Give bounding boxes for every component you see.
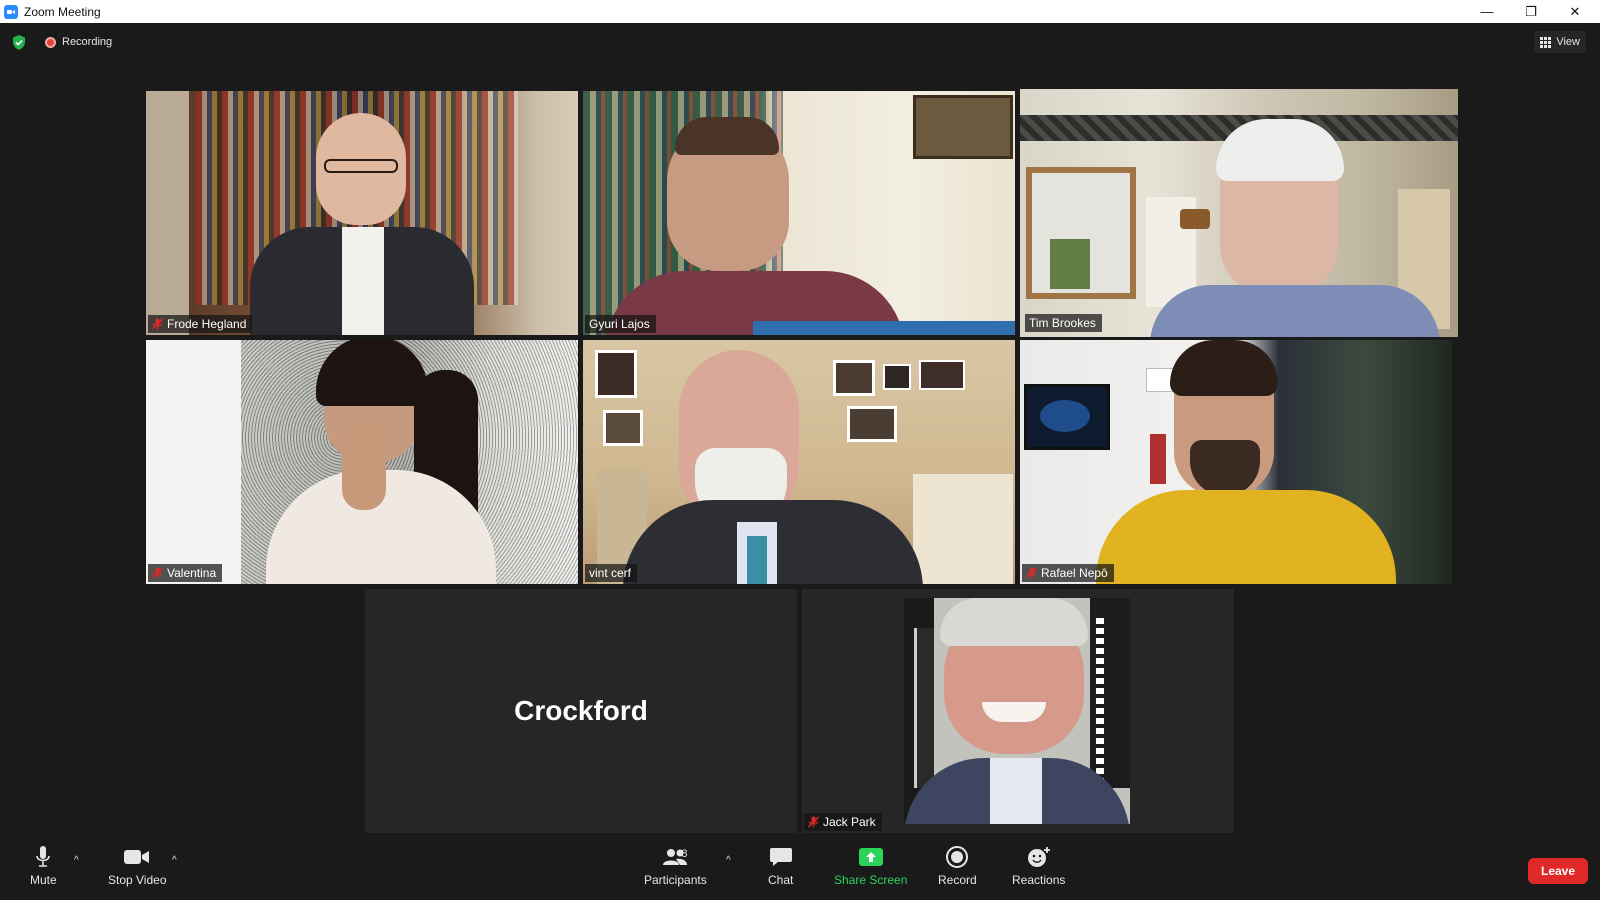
restore-button[interactable]: ❐ [1508, 0, 1554, 23]
participants-label: Participants [644, 873, 707, 887]
video-tile[interactable]: vint cerf [583, 340, 1015, 584]
meeting-toolbar: Mute ^ Stop Video ^ 8 Participants ^ Cha… [0, 837, 1600, 900]
window-titlebar: Zoom Meeting — ❐ ✕ [0, 0, 1600, 23]
minimize-button[interactable]: — [1464, 0, 1510, 23]
meeting-area: Recording View Frode Hegland Gyuri Lajos [0, 23, 1600, 900]
mic-muted-icon [152, 567, 163, 579]
video-tile[interactable]: Jack Park [802, 589, 1234, 833]
video-tile[interactable]: Rafael Nepô [1020, 340, 1452, 584]
record-button[interactable]: Record [938, 845, 977, 887]
recording-label: Recording [62, 36, 113, 48]
participant-nametag: Frode Hegland [148, 315, 253, 333]
video-options-caret[interactable]: ^ [172, 855, 177, 866]
participant-nametag: Valentina [148, 564, 223, 582]
share-screen-button[interactable]: Share Screen [834, 845, 907, 887]
view-button[interactable]: View [1534, 31, 1586, 53]
mute-label: Mute [30, 873, 57, 887]
mute-button[interactable]: Mute [30, 845, 57, 887]
participant-name: Frode Hegland [167, 317, 247, 331]
window-title: Zoom Meeting [24, 4, 101, 19]
video-tile[interactable]: Valentina [146, 340, 578, 584]
video-tile-active-speaker[interactable]: Tim Brookes [1020, 89, 1458, 337]
participant-name: Tim Brookes [1029, 316, 1096, 330]
recording-indicator[interactable]: Recording [45, 36, 112, 48]
participants-button[interactable]: 8 Participants [644, 845, 707, 887]
stop-video-button[interactable]: Stop Video [108, 845, 167, 887]
audio-options-caret[interactable]: ^ [74, 855, 79, 866]
reactions-label: Reactions [1012, 873, 1066, 887]
participant-name: Valentina [167, 566, 217, 580]
reactions-button[interactable]: Reactions [1012, 845, 1065, 887]
share-screen-icon [858, 845, 883, 869]
participants-count: 8 [681, 848, 688, 860]
participants-options-caret[interactable]: ^ [726, 855, 731, 866]
participants-icon: 8 [655, 845, 695, 869]
emoji-plus-icon [1027, 845, 1051, 869]
participant-name: Rafael Nepô [1041, 566, 1108, 580]
participant-nametag: vint cerf [585, 564, 638, 582]
participant-nametag: Tim Brookes [1025, 314, 1102, 332]
participant-nametag: Jack Park [804, 813, 882, 831]
participant-nametag: Gyuri Lajos [585, 315, 656, 333]
record-label: Record [938, 873, 977, 887]
leave-button[interactable]: Leave [1528, 858, 1588, 884]
participant-display-name: Crockford [514, 695, 648, 726]
recording-dot-icon [45, 36, 56, 48]
mic-muted-icon [808, 816, 819, 828]
participant-name: Gyuri Lajos [589, 317, 650, 331]
stop-video-label: Stop Video [108, 873, 167, 887]
shield-icon[interactable] [12, 35, 26, 50]
profile-photo [904, 598, 1130, 824]
video-tile[interactable]: Gyuri Lajos [583, 91, 1015, 335]
chat-label: Chat [768, 873, 794, 887]
zoom-app-icon [4, 4, 18, 19]
record-icon [946, 845, 969, 869]
mic-muted-icon [152, 318, 163, 330]
video-tile[interactable]: Frode Hegland [146, 91, 578, 335]
chat-button[interactable]: Chat [768, 845, 793, 887]
view-label: View [1556, 36, 1580, 48]
participant-name: Jack Park [823, 815, 876, 829]
mic-muted-icon [1026, 567, 1037, 579]
close-button[interactable]: ✕ [1552, 0, 1598, 23]
chat-bubble-icon [769, 845, 792, 869]
participant-nametag: Rafael Nepô [1022, 564, 1114, 582]
microphone-icon [35, 845, 51, 869]
grid-view-icon [1540, 36, 1552, 48]
video-tile-video-off[interactable]: Crockford [365, 589, 797, 833]
share-screen-label: Share Screen [834, 873, 908, 887]
video-camera-icon [124, 845, 150, 869]
participant-name: vint cerf [589, 566, 632, 580]
meeting-topbar: Recording View [0, 23, 1600, 61]
